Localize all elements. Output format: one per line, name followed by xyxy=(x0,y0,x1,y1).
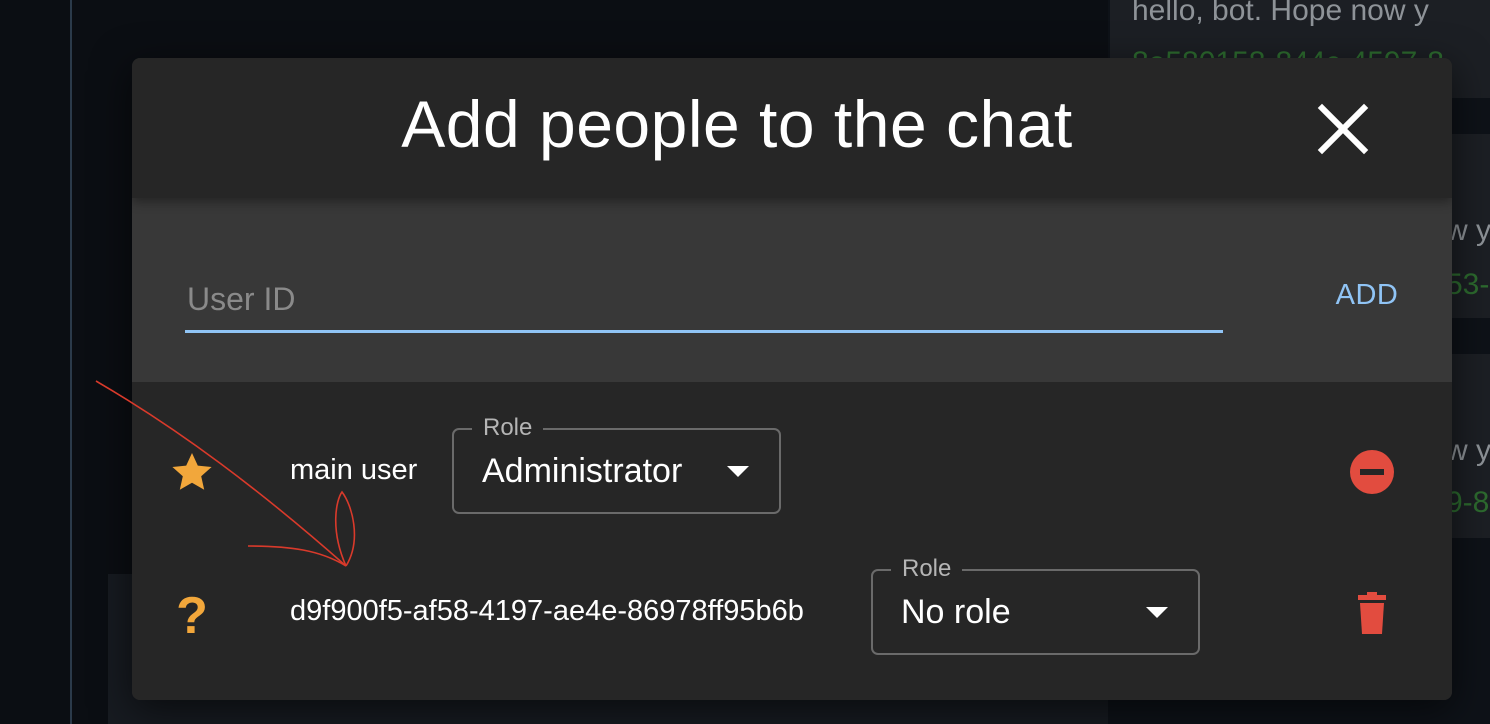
member-row: main user Role Administrator xyxy=(132,414,1452,518)
role-value: No role xyxy=(901,593,1011,631)
member-name: d9f900f5-af58-4197-ae4e-86978ff95b6b xyxy=(290,595,804,627)
message-text: w y xyxy=(1446,214,1490,247)
member-list: main user Role Administrator ? d9f900f5-… xyxy=(132,382,1452,700)
dialog-title: Add people to the chat xyxy=(401,87,1073,161)
question-mark-icon: ? xyxy=(168,587,216,645)
svg-text:?: ? xyxy=(176,589,208,637)
message-text: w y xyxy=(1446,434,1490,467)
user-id-field xyxy=(185,272,1225,333)
close-icon[interactable] xyxy=(1312,98,1374,160)
role-label: Role xyxy=(891,555,963,583)
member-row: ? d9f900f5-af58-4197-ae4e-86978ff95b6b R… xyxy=(132,555,1452,659)
add-user-section: ADD xyxy=(132,198,1452,382)
role-select[interactable]: Role No role xyxy=(871,555,1200,655)
trash-icon[interactable] xyxy=(1348,589,1396,637)
add-button[interactable]: ADD xyxy=(1312,272,1422,318)
member-name: main user xyxy=(290,454,418,486)
add-people-dialog: Add people to the chat ADD main user Rol… xyxy=(132,58,1452,700)
user-id-input[interactable] xyxy=(185,272,1225,326)
message-id: 9-8 xyxy=(1446,486,1490,519)
star-icon xyxy=(168,448,216,496)
chevron-down-icon xyxy=(727,466,749,477)
app-divider xyxy=(70,0,72,724)
message-id: 53- xyxy=(1446,268,1490,301)
chevron-down-icon xyxy=(1146,607,1168,618)
role-label: Role xyxy=(472,414,544,442)
remove-circle-icon[interactable] xyxy=(1348,448,1396,496)
role-value: Administrator xyxy=(482,452,683,490)
dialog-header: Add people to the chat xyxy=(132,58,1452,198)
message-text: hello, bot. Hope now y xyxy=(1132,0,1429,27)
role-select[interactable]: Role Administrator xyxy=(452,414,781,514)
